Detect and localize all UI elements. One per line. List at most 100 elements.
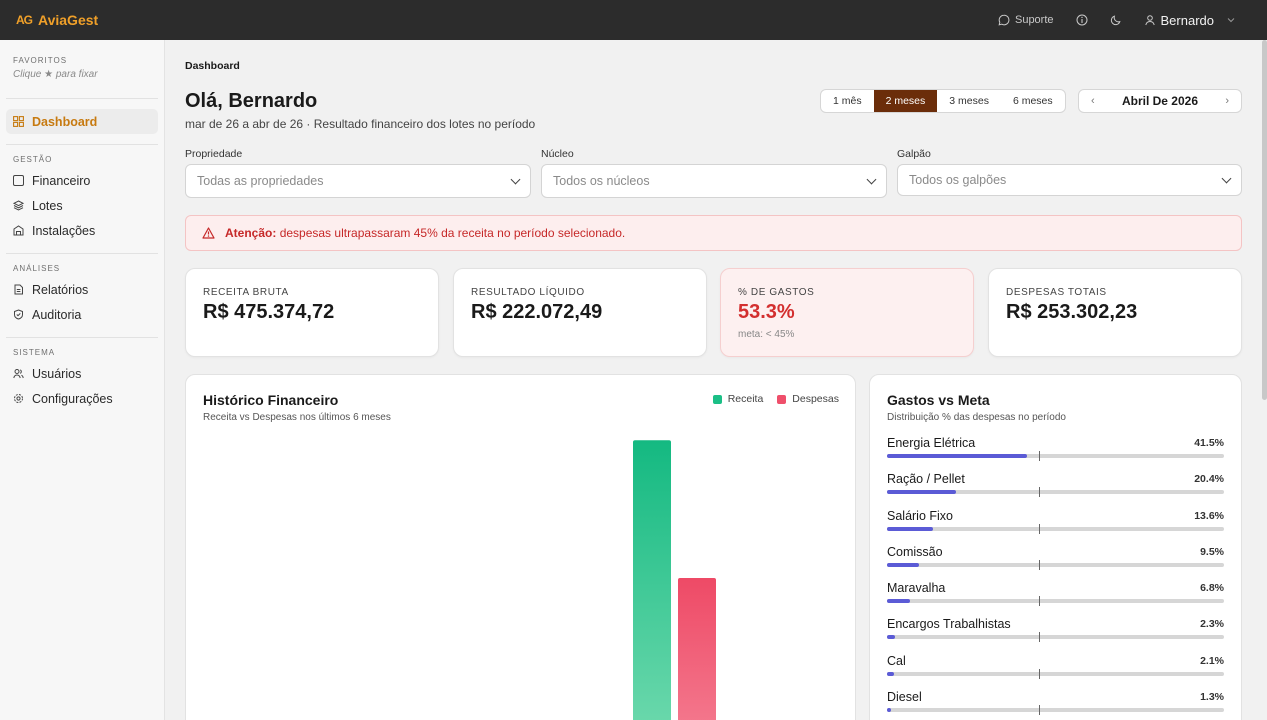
kpi-receita-bruta: RECEITA BRUTA R$ 475.374,72 (185, 268, 439, 357)
divider (6, 144, 158, 145)
progress-fill (887, 490, 956, 495)
sidebar: FAVORITOS Clique ★ para fixar Dashboard … (0, 40, 165, 720)
support-link[interactable]: Suporte (998, 14, 1054, 26)
progress-track (887, 705, 1224, 716)
propriedade-select[interactable]: Todas as propriedades (185, 164, 531, 198)
gastos-row: Salário Fixo 13.6% (887, 509, 1224, 545)
gastos-percent: 6.8% (1200, 582, 1224, 595)
main-content: Dashboard Olá, Bernardo mar de 26 a abr … (166, 40, 1267, 720)
period-3-months-button[interactable]: 3 meses (937, 90, 1001, 112)
galpao-select[interactable]: Todos os galpões (897, 164, 1242, 196)
chevron-down-icon (510, 174, 521, 184)
nucleo-label: Núcleo (541, 148, 574, 160)
wallet-icon (13, 175, 24, 186)
user-name: Bernardo (1160, 12, 1214, 28)
target-marker (1038, 559, 1041, 570)
progress-track (887, 487, 1224, 498)
chevron-left-icon[interactable]: ‹ (1091, 95, 1095, 107)
gastos-category: Maravalha (887, 581, 946, 596)
sidebar-item-label: Relatórios (32, 282, 89, 297)
historico-chart (633, 440, 716, 720)
user-menu[interactable]: Bernardo (1144, 13, 1237, 28)
sidebar-item-financeiro[interactable]: Financeiro (6, 168, 158, 193)
sidebar-item-relatorios[interactable]: Relatórios (6, 277, 158, 302)
gastos-row: Energia Elétrica 41.5% (887, 436, 1224, 472)
progress-track (887, 451, 1224, 461)
select-value: Todos os galpões (909, 173, 1007, 187)
top-bar: AG AviaGest Suporte Bernardo (0, 0, 1267, 40)
target-marker (1038, 596, 1041, 607)
month-navigator: ‹ Abril De 2026 › (1078, 89, 1242, 113)
page-scrollbar[interactable] (1262, 40, 1267, 400)
gastos-percent: 13.6% (1194, 509, 1224, 522)
target-marker (1038, 487, 1041, 498)
legend-swatch (712, 394, 722, 404)
chevron-down-icon (866, 174, 877, 184)
legend-label: Despesas (792, 393, 839, 405)
sidebar-item-label: Auditoria (32, 307, 82, 322)
gastos-row: Diesel 1.3% (887, 690, 1224, 720)
info-icon[interactable] (1076, 14, 1088, 26)
target-marker (1038, 668, 1041, 679)
progress-fill (887, 635, 895, 640)
period-2-months-button[interactable]: 2 meses (873, 90, 938, 112)
expense-alert: Atenção: despesas ultrapassaram 45% da r… (185, 215, 1242, 251)
users-icon (13, 369, 24, 379)
sidebar-item-label: Usuários (32, 366, 82, 381)
target-marker (1038, 632, 1041, 643)
bar-despesas[interactable] (678, 577, 716, 720)
legend-item-receita[interactable]: Receita (712, 393, 763, 405)
grid-icon (13, 116, 24, 127)
period-1-month-button[interactable]: 1 mês (821, 90, 874, 112)
gastos-percent: 20.4% (1194, 473, 1224, 486)
page-title: Olá, Bernardo (185, 90, 318, 112)
sidebar-item-instalacoes[interactable]: Instalações (6, 218, 158, 243)
sidebar-item-configuracoes[interactable]: Configurações (6, 386, 158, 411)
user-icon (1144, 15, 1155, 26)
gastos-category: Diesel (887, 690, 922, 705)
progress-fill (887, 708, 892, 713)
chart-legend: Receita Despesas (712, 393, 839, 405)
document-icon (14, 284, 23, 295)
alert-message: despesas ultrapassaram 45% da receita no… (279, 226, 626, 240)
card-subtitle: Distribuição % das despesas no período (887, 412, 1066, 423)
chevron-right-icon[interactable]: › (1225, 95, 1229, 107)
divider (6, 98, 158, 99)
nucleo-select[interactable]: Todos os núcleos (541, 164, 887, 198)
sistema-section-title: SISTEMA (13, 348, 56, 357)
sidebar-item-dashboard[interactable]: Dashboard (6, 109, 158, 134)
sidebar-item-lotes[interactable]: Lotes (6, 193, 158, 218)
gear-icon (14, 394, 23, 403)
gastos-category: Salário Fixo (887, 508, 953, 523)
progress-fill (887, 562, 919, 567)
period-6-months-button[interactable]: 6 meses (1001, 90, 1065, 112)
gastos-category: Energia Elétrica (887, 436, 976, 450)
card-subtitle: Receita vs Despesas nos últimos 6 meses (203, 412, 391, 423)
layers-icon (13, 200, 24, 211)
bar-receita[interactable] (633, 440, 671, 720)
target-marker (1038, 451, 1041, 461)
progress-track (887, 596, 1224, 607)
current-month-label: Abril De 2026 (1121, 94, 1199, 108)
gastos-percent: 2.3% (1200, 618, 1224, 631)
chevron-down-icon (1227, 18, 1235, 23)
analises-section-title: ANÁLISES (13, 264, 61, 273)
progress-fill (887, 454, 1027, 458)
gastos-row: Encargos Trabalhistas 2.3% (887, 617, 1224, 653)
kpi-despesas-totais: DESPESAS TOTAIS R$ 253.302,23 (988, 268, 1242, 357)
gastos-row: Maravalha 6.8% (887, 581, 1224, 617)
alert-strong: Atenção: (225, 226, 277, 240)
warning-triangle-icon (202, 227, 215, 239)
progress-fill (887, 671, 895, 676)
sidebar-item-auditoria[interactable]: Auditoria (6, 302, 158, 327)
chevron-down-icon (1221, 173, 1232, 183)
sidebar-item-usuarios[interactable]: Usuários (6, 361, 158, 386)
kpi-value: R$ 253.302,23 (1006, 301, 1138, 323)
dark-mode-moon-icon[interactable] (1110, 14, 1122, 26)
gastos-category: Encargos Trabalhistas (887, 617, 1011, 632)
progress-track (887, 668, 1224, 679)
legend-item-despesas[interactable]: Despesas (777, 393, 839, 405)
gastos-category: Cal (887, 653, 906, 668)
progress-track (887, 523, 1224, 534)
app-logo[interactable]: AG AviaGest (16, 12, 98, 28)
